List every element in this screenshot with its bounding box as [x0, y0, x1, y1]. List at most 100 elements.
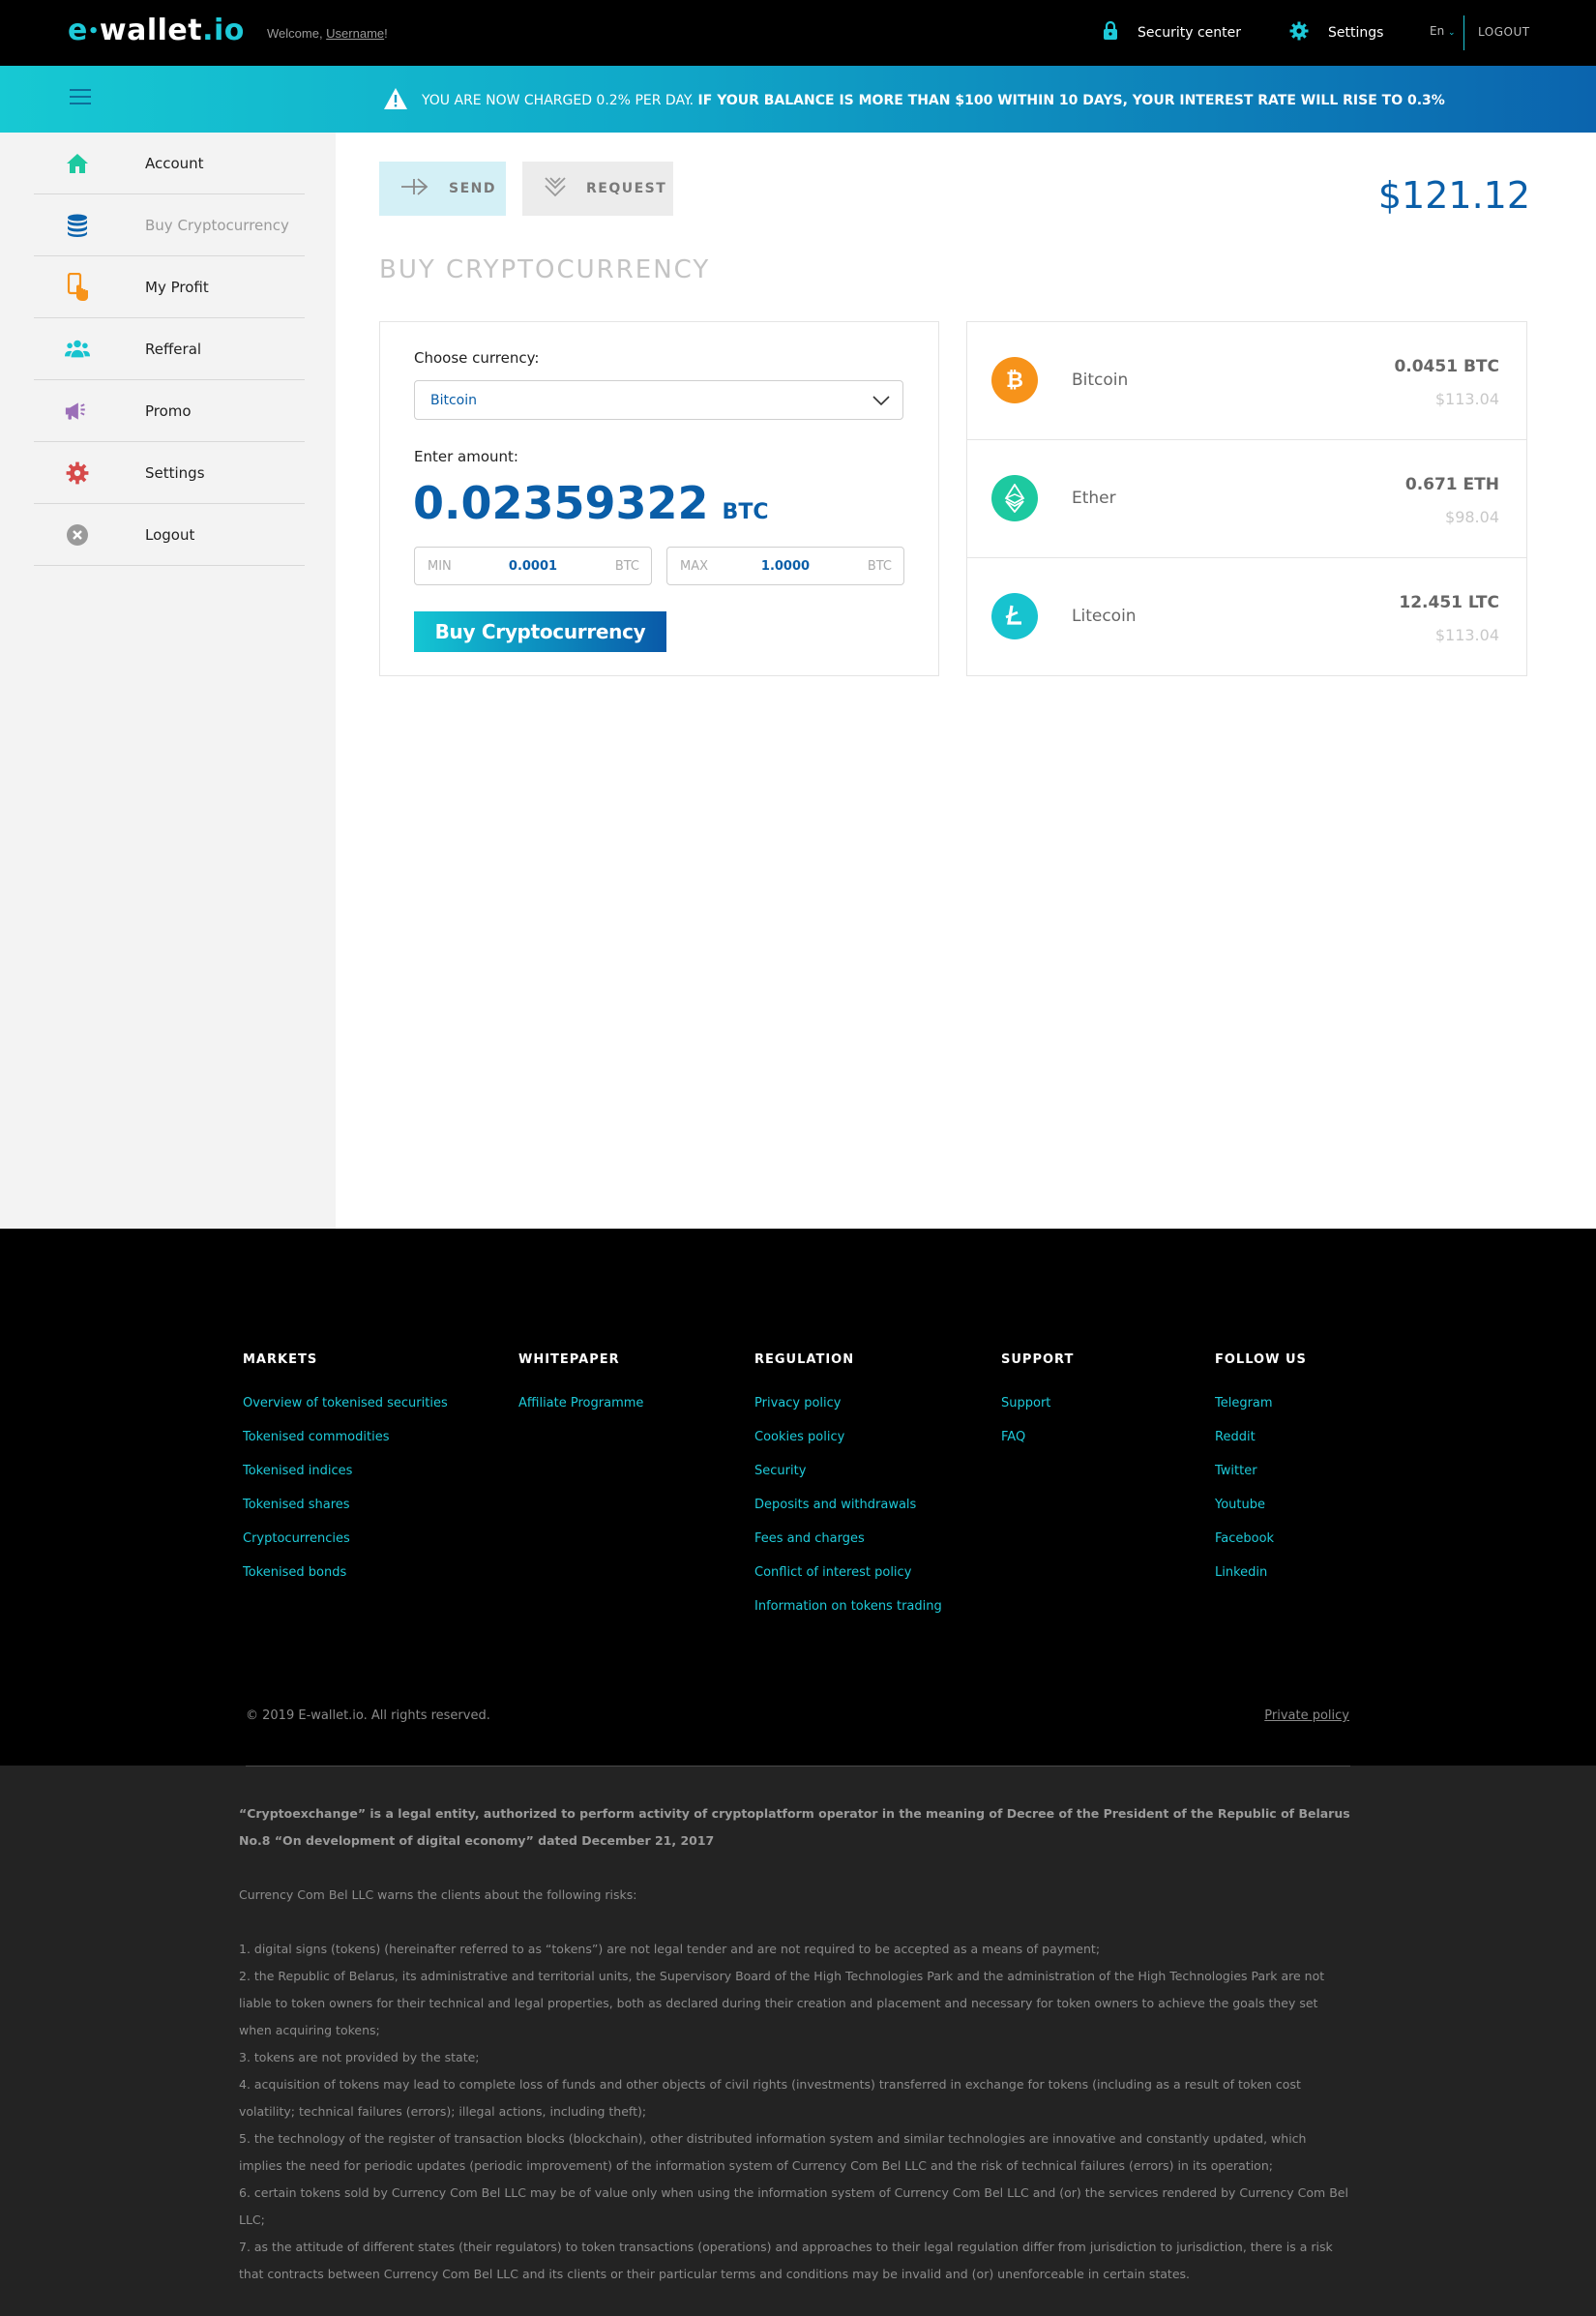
footer-link[interactable]: Cryptocurrencies — [243, 1531, 448, 1565]
footer-link[interactable]: Facebook — [1215, 1531, 1307, 1565]
header-divider — [1463, 15, 1464, 50]
amount-unit: BTC — [722, 500, 769, 524]
sidebar-item-promo[interactable]: Promo — [34, 380, 305, 442]
wallet-row-bitcoin[interactable]: ₿ Bitcoin 0.0451 BTC $113.04 — [967, 322, 1526, 440]
security-center-link[interactable]: Security center — [1103, 20, 1241, 45]
lock-icon — [1103, 20, 1118, 45]
footer-link[interactable]: Privacy policy — [754, 1396, 942, 1430]
footer-link[interactable]: Overview of tokenised securities — [243, 1396, 448, 1430]
footer-link[interactable]: Affiliate Programme — [518, 1396, 643, 1430]
menu-toggle-icon[interactable] — [70, 89, 91, 106]
footer-link[interactable]: Cookies policy — [754, 1430, 942, 1464]
username-link[interactable]: Username — [326, 26, 384, 41]
footer-column-title: FOLLOW US — [1215, 1352, 1307, 1367]
header-logout-button[interactable]: LOGOUT — [1478, 25, 1530, 39]
footer-column-support: SUPPORT Support FAQ — [1001, 1352, 1074, 1464]
footer-column-title: MARKETS — [243, 1352, 318, 1367]
sidebar: Account Buy Cryptocurrency My Profit Ref… — [0, 133, 336, 1229]
footer-link[interactable]: Information on tokens trading — [754, 1599, 942, 1633]
sidebar-item-buy-cryptocurrency[interactable]: Buy Cryptocurrency — [34, 194, 305, 256]
risk-item: 3. tokens are not provided by the state; — [239, 2050, 480, 2064]
coin-usd-value: $113.04 — [1434, 390, 1499, 408]
security-center-label: Security center — [1138, 25, 1241, 41]
coin-name: Bitcoin — [1072, 371, 1129, 390]
max-amount-field[interactable]: MAX 1.0000 BTC — [666, 547, 904, 585]
legal-warning: Currency Com Bel LLC warns the clients a… — [239, 1887, 637, 1902]
amount-input[interactable]: 0.02359322 BTC — [413, 477, 768, 529]
min-amount-field[interactable]: MIN 0.0001 BTC — [414, 547, 652, 585]
footer-link[interactable]: Reddit — [1215, 1430, 1307, 1464]
risk-item: 1. digital signs (tokens) (hereinafter r… — [239, 1942, 1101, 1956]
footer-link[interactable]: Youtube — [1215, 1498, 1307, 1531]
copyright: © 2019 E-wallet.io. All rights reserved. — [246, 1708, 490, 1723]
footer-link[interactable]: Security — [754, 1464, 942, 1498]
ether-icon — [991, 475, 1038, 521]
footer-link[interactable]: Tokenised shares — [243, 1498, 448, 1531]
language-value: En — [1430, 24, 1445, 38]
private-policy-link[interactable]: Private policy — [1264, 1708, 1349, 1723]
send-button[interactable]: SEND — [379, 162, 506, 216]
coin-amount: 12.451 LTC — [1399, 593, 1499, 612]
buy-cryptocurrency-button[interactable]: Buy Cryptocurrency — [414, 611, 666, 652]
coin-usd-value: $98.04 — [1445, 508, 1499, 526]
coin-usd-value: $113.04 — [1434, 626, 1499, 644]
sidebar-item-label: Settings — [145, 463, 205, 482]
currency-select[interactable]: Bitcoin — [414, 380, 903, 420]
wallet-row-ether[interactable]: Ether 0.671 ETH $98.04 — [967, 440, 1526, 558]
footer-column-markets: MARKETS Overview of tokenised securities… — [243, 1352, 448, 1599]
min-unit: BTC — [614, 558, 639, 574]
wallet-balances-card: ₿ Bitcoin 0.0451 BTC $113.04 Ether 0.671… — [966, 321, 1527, 676]
sidebar-item-label: Refferal — [145, 340, 202, 358]
logo-prefix: e — [68, 14, 88, 47]
footer-link[interactable]: Conflict of interest policy — [754, 1565, 942, 1599]
footer-link[interactable]: Twitter — [1215, 1464, 1307, 1498]
sidebar-item-label: Account — [145, 154, 204, 172]
enter-amount-label: Enter amount: — [414, 448, 518, 465]
settings-label: Settings — [1328, 25, 1384, 41]
request-button[interactable]: REQUEST — [522, 162, 673, 216]
footer-link[interactable]: Telegram — [1215, 1396, 1307, 1430]
footer-link[interactable]: Deposits and withdrawals — [754, 1498, 942, 1531]
footer-link[interactable]: Fees and charges — [754, 1531, 942, 1565]
footer-link[interactable]: FAQ — [1001, 1430, 1074, 1464]
legal-divider — [246, 1766, 1350, 1767]
footer-link[interactable]: Tokenised bonds — [243, 1565, 448, 1599]
megaphone-icon — [65, 400, 90, 423]
coin-amount: 0.0451 BTC — [1394, 357, 1499, 376]
language-select[interactable]: En ⌄ — [1430, 24, 1456, 38]
sidebar-item-label: Logout — [145, 525, 195, 544]
logo-tld: .io — [202, 14, 245, 47]
sidebar-item-settings[interactable]: Settings — [34, 442, 305, 504]
wallet-row-litecoin[interactable]: Litecoin 12.451 LTC $113.04 — [967, 558, 1526, 676]
sidebar-item-logout[interactable]: Logout — [34, 504, 305, 566]
buy-form-card: Choose currency: Bitcoin Enter amount: 0… — [379, 321, 939, 676]
footer-link[interactable]: Linkedin — [1215, 1565, 1307, 1599]
footer-link[interactable]: Tokenised indices — [243, 1464, 448, 1498]
footer-column-regulation: REGULATION Privacy policy Cookies policy… — [754, 1352, 942, 1633]
sidebar-item-my-profit[interactable]: My Profit — [34, 256, 305, 318]
sidebar-item-refferal[interactable]: Refferal — [34, 318, 305, 380]
coin-name: Litecoin — [1072, 607, 1137, 626]
footer-column-title: WHITEPAPER — [518, 1352, 620, 1367]
welcome-suffix: ! — [384, 26, 388, 41]
footer-link[interactable]: Tokenised commodities — [243, 1430, 448, 1464]
settings-link[interactable]: Settings — [1289, 21, 1383, 45]
logo[interactable]: e•wallet.io — [68, 14, 245, 47]
risk-item: 2. the Republic of Belarus, its administ… — [239, 1969, 1325, 2037]
footer: MARKETS Overview of tokenised securities… — [0, 1229, 1596, 1766]
risk-item: 4. acquisition of tokens may lead to com… — [239, 2077, 1301, 2119]
bitcoin-icon: ₿ — [991, 357, 1038, 403]
request-label: REQUEST — [586, 181, 667, 196]
notice-text: YOU ARE NOW CHARGED 0.2% PER DAY. — [422, 93, 695, 108]
gear-icon — [65, 461, 90, 485]
legal-lead: “Cryptoexchange” is a legal entity, auth… — [239, 1806, 1350, 1848]
sidebar-item-account[interactable]: Account — [34, 133, 305, 194]
welcome-message: Welcome, Username! — [267, 26, 388, 41]
footer-link[interactable]: Support — [1001, 1396, 1074, 1430]
coin-amount: 0.671 ETH — [1404, 475, 1499, 494]
max-unit: BTC — [867, 558, 892, 574]
litecoin-icon — [991, 593, 1038, 639]
sidebar-item-label: Promo — [145, 401, 192, 420]
notice-bold-text: IF YOUR BALANCE IS MORE THAN $100 WITHIN… — [697, 93, 1445, 108]
legal-disclaimer: “Cryptoexchange” is a legal entity, auth… — [0, 1766, 1596, 2316]
